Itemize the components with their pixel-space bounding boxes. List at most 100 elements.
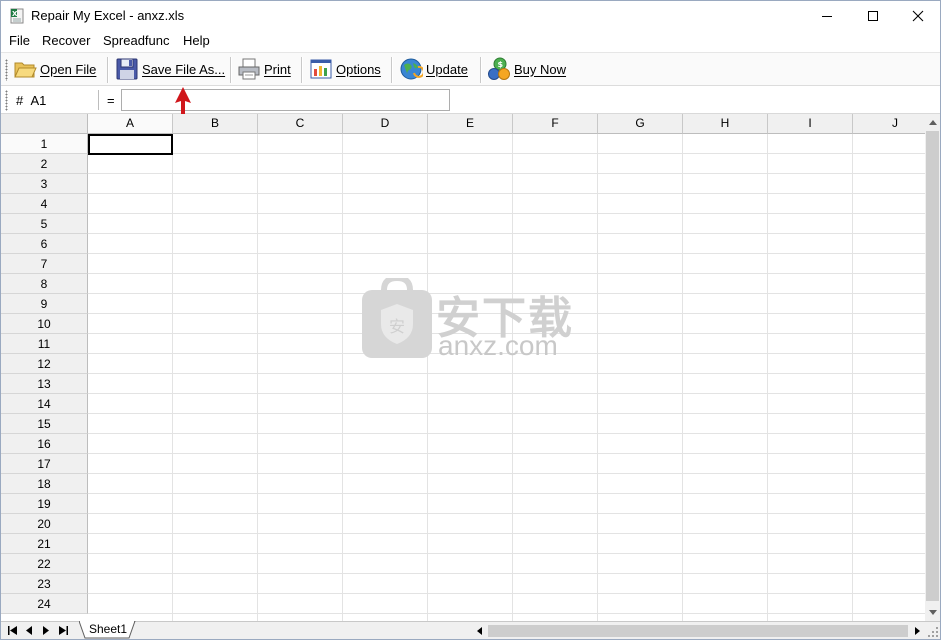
cell-reference: # A1	[16, 93, 47, 108]
column-header-a[interactable]: A	[88, 114, 173, 134]
row-header-7[interactable]: 7	[1, 254, 88, 274]
row-header-11[interactable]: 11	[1, 334, 88, 354]
app-window: X Repair My Excel - anxz.xls File Recove…	[0, 0, 941, 640]
row-header-14[interactable]: 14	[1, 394, 88, 414]
minimize-button[interactable]	[804, 1, 850, 31]
update-label: Update	[426, 61, 468, 77]
buy-now-button[interactable]: $ Buy Now	[487, 55, 566, 83]
last-sheet-button[interactable]	[56, 623, 70, 638]
open-file-button[interactable]: Open File	[13, 55, 96, 83]
row-header-24[interactable]: 24	[1, 594, 88, 614]
formula-bar: # A1 =	[1, 87, 940, 114]
next-sheet-icon	[43, 626, 49, 635]
column-header-d[interactable]: D	[343, 114, 428, 134]
row-header-10[interactable]: 10	[1, 314, 88, 334]
column-header-h[interactable]: H	[683, 114, 768, 134]
scroll-right-arrow-icon	[914, 627, 920, 635]
menu-bar: File Recover Spreadfunc Help	[1, 31, 940, 52]
column-header-i[interactable]: I	[768, 114, 853, 134]
excel-file-icon: X	[10, 8, 24, 24]
save-file-as-label: Save File As...	[142, 61, 226, 77]
toolbar: Open File Save File As... Print Options …	[1, 52, 940, 86]
prev-sheet-icon	[26, 626, 32, 635]
row-header-1[interactable]: 1	[1, 134, 88, 154]
svg-text:$: $	[498, 60, 504, 69]
row-header-3[interactable]: 3	[1, 174, 88, 194]
horizontal-scrollbar[interactable]	[471, 623, 925, 639]
printer-icon	[238, 58, 260, 80]
scroll-right-button[interactable]	[909, 623, 925, 639]
menu-recover[interactable]: Recover	[40, 33, 92, 48]
row-header-4[interactable]: 4	[1, 194, 88, 214]
column-header-c[interactable]: C	[258, 114, 343, 134]
cell-area[interactable]	[88, 134, 925, 621]
row-header-5[interactable]: 5	[1, 214, 88, 234]
menu-spreadfunc[interactable]: Spreadfunc	[101, 33, 172, 48]
row-header-19[interactable]: 19	[1, 494, 88, 514]
formula-input[interactable]	[121, 89, 450, 111]
print-button[interactable]: Print	[237, 55, 291, 83]
prev-sheet-button[interactable]	[22, 623, 36, 638]
row-header-2[interactable]: 2	[1, 154, 88, 174]
horizontal-scroll-thumb[interactable]	[488, 625, 908, 637]
formula-bar-divider	[98, 90, 99, 110]
svg-text:X: X	[12, 10, 18, 18]
spreadsheet-grid: ABCDEFGHIJ 1 2 3 4 5 6 7 8 9 10 11 12 13 14 15 16 17 18 19…	[1, 114, 925, 621]
first-sheet-icon	[7, 626, 17, 635]
vertical-scrollbar[interactable]	[925, 114, 940, 621]
row-header-20[interactable]: 20	[1, 514, 88, 534]
sheet-tab-sheet1[interactable]: Sheet1	[79, 621, 137, 639]
scroll-left-button[interactable]	[471, 623, 487, 639]
toolbar-separator	[107, 57, 109, 83]
row-header-23[interactable]: 23	[1, 574, 88, 594]
vertical-scroll-thumb[interactable]	[926, 131, 939, 601]
column-header-e[interactable]: E	[428, 114, 513, 134]
column-header-b[interactable]: B	[173, 114, 258, 134]
next-sheet-button[interactable]	[39, 623, 53, 638]
active-cell-a1[interactable]	[88, 134, 173, 155]
toolbar-grip[interactable]	[5, 59, 8, 81]
options-label: Options	[336, 61, 381, 77]
row-header-15[interactable]: 15	[1, 414, 88, 434]
resize-grip-icon[interactable]	[925, 623, 940, 639]
row-header-9[interactable]: 9	[1, 294, 88, 314]
maximize-icon	[868, 11, 878, 21]
scroll-up-arrow-icon	[928, 120, 937, 125]
save-file-as-button[interactable]: Save File As...	[115, 55, 225, 83]
toolbar-separator	[480, 57, 482, 83]
buy-now-label: Buy Now	[514, 61, 567, 77]
window-title: Repair My Excel - anxz.xls	[31, 8, 185, 23]
select-all-corner[interactable]	[1, 114, 88, 134]
scroll-up-button[interactable]	[925, 114, 940, 131]
open-file-label: Open File	[40, 61, 97, 77]
first-sheet-button[interactable]	[5, 623, 19, 638]
row-header-17[interactable]: 17	[1, 454, 88, 474]
column-header-j[interactable]: J	[853, 114, 925, 134]
column-header-g[interactable]: G	[598, 114, 683, 134]
row-header-22[interactable]: 22	[1, 554, 88, 574]
row-header-18[interactable]: 18	[1, 474, 88, 494]
sheet-tab-label: Sheet1	[89, 622, 128, 636]
title-bar: X Repair My Excel - anxz.xls	[1, 1, 940, 31]
maximize-button[interactable]	[850, 1, 896, 31]
close-button[interactable]	[895, 1, 940, 31]
toolbar-separator	[301, 57, 303, 83]
update-button[interactable]: Update	[399, 55, 468, 83]
toolbar-separator	[230, 57, 232, 83]
scroll-down-button[interactable]	[925, 604, 940, 621]
globe-update-icon	[400, 58, 423, 80]
row-header-21[interactable]: 21	[1, 534, 88, 554]
options-chart-icon	[310, 59, 332, 79]
toolbar-separator	[391, 57, 393, 83]
close-icon	[912, 10, 924, 22]
row-header-12[interactable]: 12	[1, 354, 88, 374]
row-header-16[interactable]: 16	[1, 434, 88, 454]
menu-file[interactable]: File	[7, 33, 32, 48]
row-header-13[interactable]: 13	[1, 374, 88, 394]
row-header-8[interactable]: 8	[1, 274, 88, 294]
formula-bar-grip[interactable]	[5, 90, 8, 111]
row-header-6[interactable]: 6	[1, 234, 88, 254]
menu-help[interactable]: Help	[181, 33, 212, 48]
column-header-f[interactable]: F	[513, 114, 598, 134]
options-button[interactable]: Options	[309, 55, 381, 83]
